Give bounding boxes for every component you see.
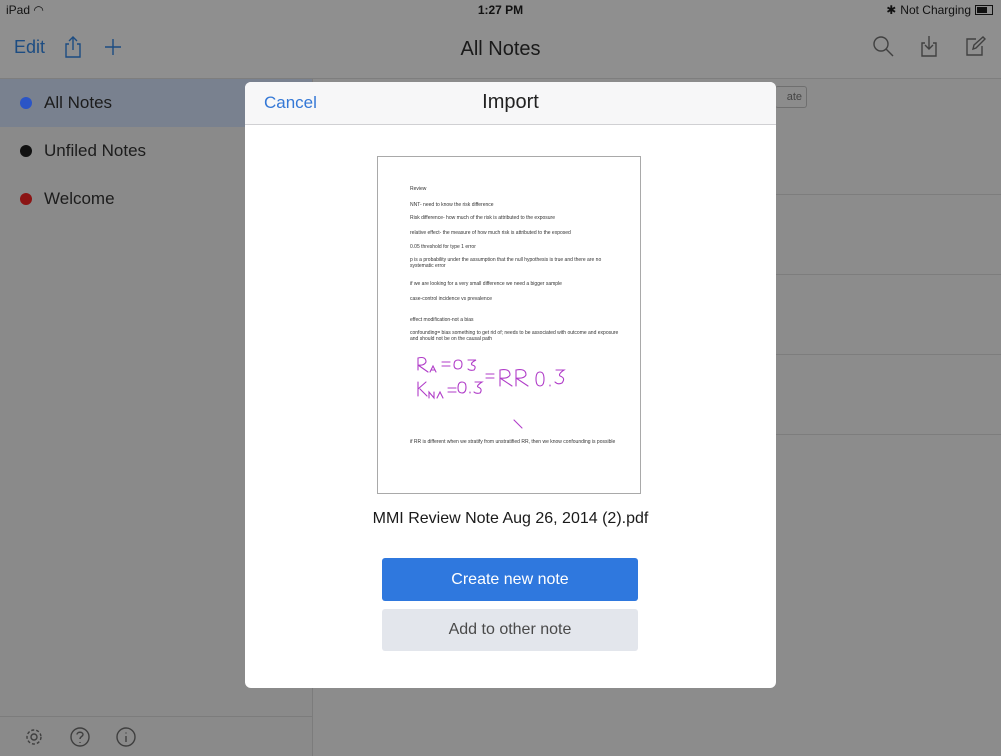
sidebar-item-label: Unfiled Notes <box>44 141 147 160</box>
pdf-text-line: 0.05 threshold for type 1 error <box>410 244 476 250</box>
create-new-note-button[interactable]: Create new note <box>382 558 638 601</box>
background-filter-button: ate <box>775 86 807 108</box>
nav-bar: Edit All Notes <box>0 20 1001 79</box>
battery-icon <box>975 5 993 15</box>
pdf-text-line: if RR is different when we stratify from… <box>410 439 616 445</box>
pdf-text-line: Risk difference- how much of the risk is… <box>410 215 555 221</box>
status-bar: iPad ◠ 1:27 PM ✱ Not Charging <box>0 0 1001 20</box>
handwriting-sketch <box>417 356 566 429</box>
pdf-text-line: Review <box>410 186 427 192</box>
import-dialog: Cancel Import Review NNT- need to know t… <box>245 82 776 688</box>
import-icon[interactable] <box>917 34 941 58</box>
pdf-text-line: NNT- need to know the risk difference <box>410 202 494 208</box>
notebook-color-dot <box>20 193 32 205</box>
file-name: MMI Review Note Aug 26, 2014 (2).pdf <box>372 510 649 527</box>
status-right: ✱ Not Charging <box>886 3 993 17</box>
pdf-text-line: p is a probability under the assumption … <box>410 257 602 269</box>
charging-status: Not Charging <box>900 3 971 17</box>
dialog-header: Cancel Import <box>245 82 776 125</box>
pdf-text-line: confounding= bias something to get rid o… <box>410 330 619 342</box>
sidebar-footer <box>0 716 312 756</box>
add-to-other-note-button[interactable]: Add to other note <box>382 609 638 651</box>
pdf-text-line: if we are looking for a very small diffe… <box>410 281 562 287</box>
settings-gear-icon[interactable] <box>22 725 46 749</box>
page-title: All Notes <box>460 38 541 60</box>
pdf-text-line: effect modification-not a bias <box>410 317 474 323</box>
sidebar-item-label: All Notes <box>44 93 113 112</box>
pdf-preview: Review NNT- need to know the risk differ… <box>377 156 641 494</box>
notebook-color-dot <box>20 97 32 109</box>
bluetooth-icon: ✱ <box>886 3 897 17</box>
dialog-title: Import <box>482 91 539 113</box>
pdf-text-line: relative effect- the measure of how much… <box>410 230 571 236</box>
help-icon[interactable] <box>68 725 92 749</box>
sidebar-item-label: Welcome <box>44 189 115 208</box>
notebook-color-dot <box>20 145 32 157</box>
status-time: 1:27 PM <box>477 3 524 17</box>
search-icon[interactable] <box>871 34 895 58</box>
info-icon[interactable] <box>114 725 138 749</box>
compose-icon[interactable] <box>963 34 987 58</box>
nav-right-group <box>871 34 987 58</box>
pdf-text-line: case-control incidence vs prevalence <box>410 296 492 302</box>
